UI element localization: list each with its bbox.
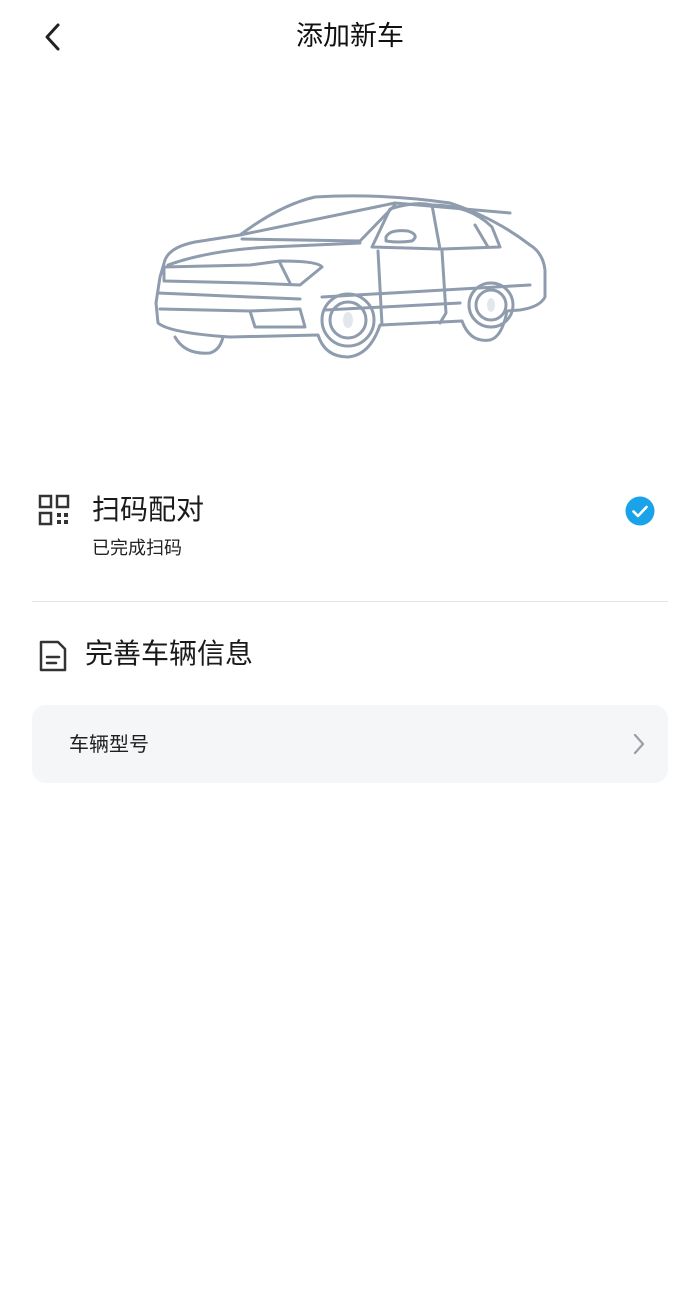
- step-vehicle-info: 完善车辆信息: [0, 632, 700, 682]
- document-icon: [39, 640, 67, 672]
- step-status-text: 已完成扫码: [92, 538, 182, 559]
- header-bar: 添加新车: [0, 0, 700, 76]
- vehicle-model-row[interactable]: 车辆型号: [32, 705, 668, 783]
- step-scan-pairing: 扫码配对 已完成扫码: [0, 488, 700, 578]
- car-illustration: [154, 194, 547, 359]
- page-title: 添加新车: [296, 21, 404, 52]
- qr-code-icon: [38, 494, 70, 526]
- step-title: 扫码配对: [92, 493, 205, 526]
- step-title: 完善车辆信息: [85, 637, 254, 670]
- chevron-right-icon: [633, 733, 645, 755]
- check-circle-icon: [625, 496, 655, 526]
- divider: [32, 601, 668, 602]
- vehicle-model-label: 车辆型号: [69, 732, 149, 756]
